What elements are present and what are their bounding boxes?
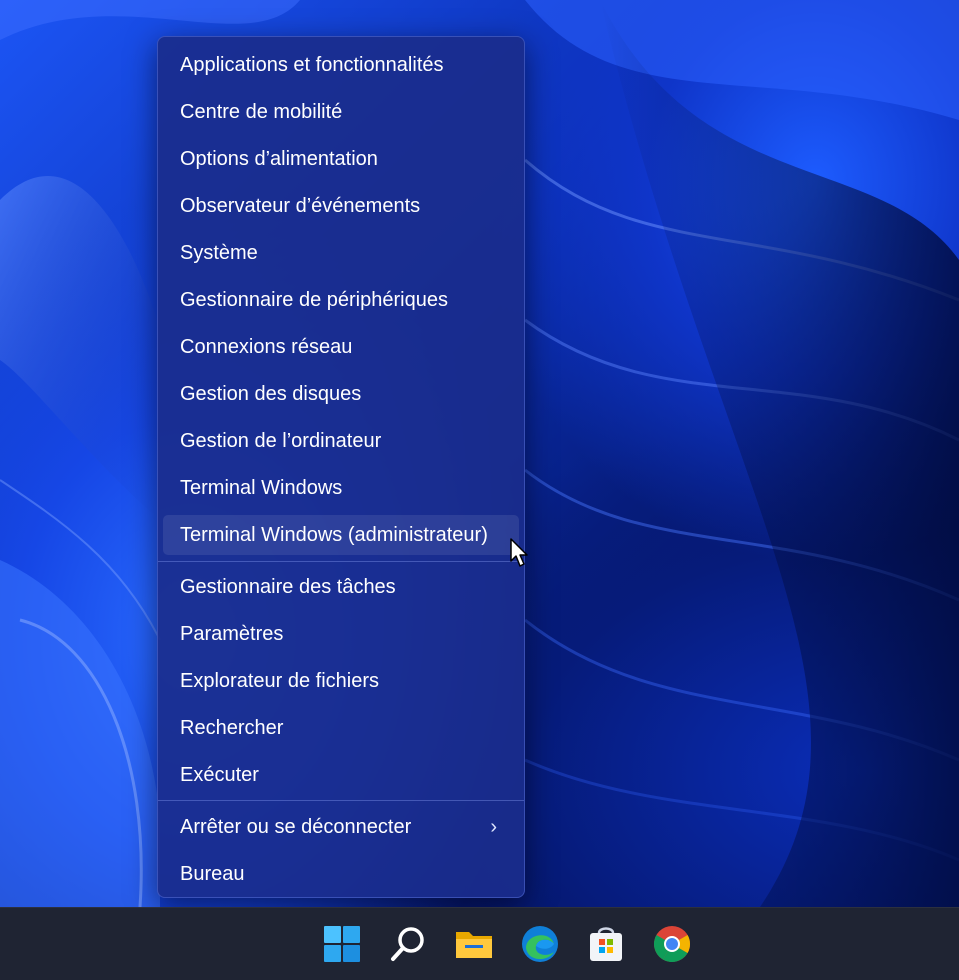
menu-item-label: Gestionnaire de périphériques bbox=[180, 289, 448, 311]
menu-item-label: Bureau bbox=[180, 863, 245, 885]
menu-item-label: Gestionnaire des tâches bbox=[180, 576, 396, 598]
menu-item-apps-features[interactable]: Applications et fonctionnalités bbox=[163, 45, 519, 85]
menu-item-label: Explorateur de fichiers bbox=[180, 670, 379, 692]
file-explorer-icon[interactable] bbox=[454, 924, 494, 964]
menu-item-label: Gestion des disques bbox=[180, 383, 362, 405]
search-icon[interactable] bbox=[388, 924, 428, 964]
menu-item-label: Terminal Windows (administrateur) bbox=[180, 524, 488, 546]
menu-item-task-manager[interactable]: Gestionnaire des tâches bbox=[163, 567, 519, 607]
menu-item-label: Rechercher bbox=[180, 717, 284, 739]
menu-item-label: Centre de mobilité bbox=[180, 101, 343, 123]
menu-item-event-viewer[interactable]: Observateur d’événements bbox=[163, 186, 519, 226]
menu-item-label: Connexions réseau bbox=[180, 336, 353, 358]
menu-item-label: Système bbox=[180, 242, 258, 264]
menu-item-computer-management[interactable]: Gestion de l’ordinateur bbox=[163, 421, 519, 461]
menu-item-network-connections[interactable]: Connexions réseau bbox=[163, 327, 519, 367]
menu-item-power-options[interactable]: Options d’alimentation bbox=[163, 139, 519, 179]
menu-item-system[interactable]: Système bbox=[163, 233, 519, 273]
menu-item-shutdown-signout[interactable]: Arrêter ou se déconnecter › bbox=[163, 807, 519, 847]
menu-item-windows-terminal-admin[interactable]: Terminal Windows (administrateur) bbox=[163, 515, 519, 555]
menu-item-label: Gestion de l’ordinateur bbox=[180, 430, 382, 452]
chrome-icon[interactable] bbox=[652, 924, 692, 964]
menu-item-mobility-center[interactable]: Centre de mobilité bbox=[163, 92, 519, 132]
menu-item-disk-management[interactable]: Gestion des disques bbox=[163, 374, 519, 414]
taskbar bbox=[0, 907, 959, 980]
start-icon[interactable] bbox=[322, 924, 362, 964]
menu-item-desktop[interactable]: Bureau bbox=[163, 854, 519, 894]
menu-item-label: Arrêter ou se déconnecter bbox=[180, 816, 412, 838]
mouse-cursor-icon bbox=[510, 538, 528, 567]
menu-item-device-manager[interactable]: Gestionnaire de périphériques bbox=[163, 280, 519, 320]
menu-item-search[interactable]: Rechercher bbox=[163, 708, 519, 748]
menu-item-label: Terminal Windows bbox=[180, 477, 343, 499]
edge-icon[interactable] bbox=[520, 924, 560, 964]
menu-item-label: Exécuter bbox=[180, 764, 259, 786]
chevron-right-icon: › bbox=[490, 816, 497, 838]
menu-item-label: Observateur d’événements bbox=[180, 195, 421, 217]
menu-separator bbox=[158, 800, 524, 801]
context-menu: Applications et fonctionnalités Centre d… bbox=[157, 36, 525, 898]
menu-separator bbox=[158, 561, 524, 562]
menu-item-label: Applications et fonctionnalités bbox=[180, 54, 444, 76]
menu-item-settings[interactable]: Paramètres bbox=[163, 614, 519, 654]
menu-item-label: Paramètres bbox=[180, 623, 284, 645]
store-icon[interactable] bbox=[586, 924, 626, 964]
menu-item-run[interactable]: Exécuter bbox=[163, 755, 519, 795]
menu-item-file-explorer[interactable]: Explorateur de fichiers bbox=[163, 661, 519, 701]
menu-item-label: Options d’alimentation bbox=[180, 148, 378, 170]
menu-item-windows-terminal[interactable]: Terminal Windows bbox=[163, 468, 519, 508]
